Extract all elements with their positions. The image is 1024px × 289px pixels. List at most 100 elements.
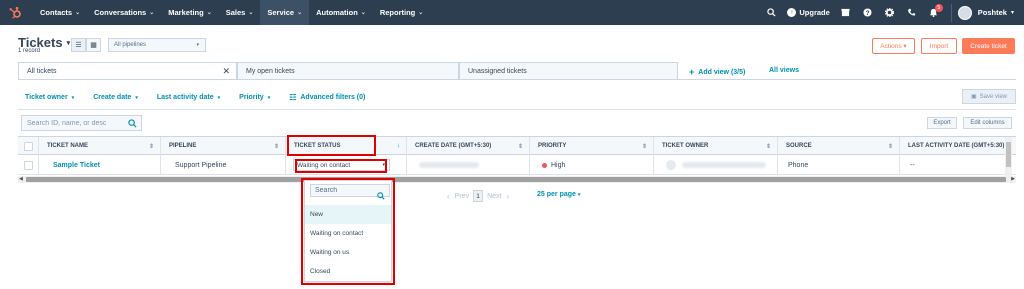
cell-ticket-name: Sample Ticket bbox=[39, 155, 161, 175]
nav-automation[interactable]: Automation ⌄ bbox=[309, 0, 373, 25]
horizontal-scrollbar[interactable]: ◀ ▶ bbox=[18, 176, 1016, 183]
caret-down-icon: ▾ bbox=[135, 94, 138, 101]
next-page-button[interactable]: Next › bbox=[487, 192, 509, 201]
column-header-ticket-owner[interactable]: TICKET OWNER ⇕ bbox=[654, 137, 778, 155]
dropdown-search-input[interactable] bbox=[311, 187, 371, 194]
scroll-left-icon[interactable]: ◀ bbox=[19, 176, 23, 182]
hubspot-logo-icon[interactable] bbox=[7, 5, 23, 21]
all-views-link[interactable]: All views bbox=[769, 67, 799, 74]
status-option-waiting-on-us[interactable]: Waiting on us bbox=[305, 243, 391, 262]
search-icon[interactable] bbox=[377, 187, 385, 205]
sort-descending-icon[interactable]: ↓ bbox=[397, 143, 400, 149]
board-view-icon[interactable]: ▦ bbox=[86, 38, 101, 52]
actions-button[interactable]: Actions ▾ bbox=[872, 38, 915, 54]
nav-service[interactable]: Service ⌄ bbox=[260, 0, 310, 25]
status-option-new[interactable]: New bbox=[305, 205, 391, 224]
cell-ticket-status: Waiting on contact ▾ bbox=[286, 155, 407, 175]
row-select-cell bbox=[18, 155, 39, 175]
pipeline-select[interactable]: All pipelines ▾ bbox=[108, 38, 206, 52]
nav-marketing[interactable]: Marketing ⌄ bbox=[161, 0, 218, 25]
nav-conversations[interactable]: Conversations ⌄ bbox=[87, 0, 161, 25]
chevron-down-icon[interactable]: ▾ bbox=[1011, 9, 1014, 16]
chevron-down-icon: ⌄ bbox=[297, 10, 303, 16]
chevron-down-icon: ⌄ bbox=[149, 10, 155, 16]
status-option-waiting-on-contact[interactable]: Waiting on contact bbox=[305, 224, 391, 243]
nav-contacts[interactable]: Contacts ⌄ bbox=[33, 0, 87, 25]
tab-unassigned-tickets[interactable]: Unassigned tickets bbox=[459, 62, 678, 80]
filter-last-activity-date[interactable]: Last activity date ▾ bbox=[157, 94, 220, 101]
caret-down-icon: ▾ bbox=[217, 94, 221, 101]
avatar[interactable] bbox=[957, 5, 972, 20]
cell-last-activity: -- bbox=[900, 155, 1016, 175]
nav-right-group: ↑ Upgrade ? 5 Poshtek ▾ bbox=[760, 0, 1024, 25]
create-ticket-button[interactable]: Create ticket bbox=[962, 38, 1015, 54]
caret-down-icon: ▾ bbox=[196, 42, 199, 48]
nav-sales[interactable]: Sales ⌄ bbox=[219, 0, 261, 25]
tab-my-open-tickets[interactable]: My open tickets bbox=[237, 62, 459, 80]
filter-create-date[interactable]: Create date ▾ bbox=[93, 94, 138, 101]
vertical-scrollbar[interactable] bbox=[1005, 137, 1012, 176]
help-icon[interactable]: ? bbox=[857, 0, 879, 25]
marketplace-icon[interactable] bbox=[835, 0, 857, 25]
scrollbar-thumb[interactable] bbox=[26, 177, 1006, 182]
table-header: TICKET NAME ⇕ PIPELINE ⇕ TICKET STATUS ↓ CR… bbox=[18, 136, 1016, 155]
import-button[interactable]: Import bbox=[921, 38, 957, 54]
list-view-icon[interactable]: ☰ bbox=[71, 38, 86, 52]
ticket-name-link[interactable]: Sample Ticket bbox=[53, 162, 100, 169]
filter-priority[interactable]: Priority ▾ bbox=[239, 94, 270, 101]
add-view-button[interactable]: + Add view (3/5) bbox=[689, 67, 745, 77]
save-view-button[interactable]: ▣ Save view bbox=[962, 89, 1016, 104]
caret-down-icon: ▾ bbox=[66, 39, 71, 47]
sort-icon[interactable]: ⇕ bbox=[149, 143, 154, 150]
upgrade-icon: ↑ bbox=[787, 8, 797, 17]
scroll-right-icon[interactable]: ▶ bbox=[1011, 176, 1015, 182]
column-header-create-date[interactable]: CREATE DATE (GMT+5:30) ⇕ bbox=[407, 137, 530, 155]
scrollbar-thumb[interactable] bbox=[1006, 142, 1011, 167]
settings-icon[interactable] bbox=[879, 0, 901, 25]
search-icon[interactable] bbox=[126, 118, 138, 129]
sort-icon[interactable]: ⇕ bbox=[642, 143, 647, 150]
ticket-status-value: Waiting on contact bbox=[297, 161, 351, 169]
search-input[interactable] bbox=[22, 116, 122, 130]
column-header-priority[interactable]: PRIORITY ⇕ bbox=[530, 137, 654, 155]
calling-icon[interactable] bbox=[901, 0, 923, 25]
save-icon: ▣ bbox=[970, 94, 977, 100]
current-page[interactable]: 1 bbox=[473, 190, 484, 202]
close-icon[interactable]: ✕ bbox=[222, 66, 230, 77]
notifications-icon[interactable]: 5 bbox=[923, 0, 945, 25]
advanced-filters-button[interactable]: ☷ Advanced filters (0) bbox=[289, 93, 365, 102]
chevron-right-icon: › bbox=[506, 191, 510, 201]
sort-icon[interactable]: ⇕ bbox=[888, 143, 893, 150]
column-header-pipeline[interactable]: PIPELINE ⇕ bbox=[161, 137, 286, 155]
sort-icon[interactable]: ⇕ bbox=[274, 143, 279, 150]
svg-text:?: ? bbox=[866, 10, 870, 17]
export-button[interactable]: Export bbox=[927, 117, 957, 129]
cell-source: Phone bbox=[778, 155, 900, 175]
dropdown-search bbox=[310, 184, 390, 200]
upgrade-button[interactable]: ↑ Upgrade bbox=[787, 8, 830, 17]
row-checkbox[interactable] bbox=[24, 160, 33, 170]
top-navigation: Contacts ⌄ Conversations ⌄ Marketing ⌄ Sale… bbox=[0, 0, 1024, 25]
per-page-select[interactable]: 25 per page ▾ bbox=[537, 191, 580, 198]
prev-page-button[interactable]: ‹ Prev bbox=[447, 192, 469, 201]
nav-reporting[interactable]: Reporting ⌄ bbox=[373, 0, 430, 25]
tab-all-tickets[interactable]: All tickets ✕ bbox=[18, 62, 237, 80]
tab-label: All tickets bbox=[27, 67, 57, 75]
column-header-source[interactable]: SOURCE ⇕ bbox=[778, 137, 900, 155]
ticket-status-select[interactable]: Waiting on contact ▾ bbox=[293, 159, 390, 171]
chevron-left-icon: ‹ bbox=[447, 191, 450, 201]
account-name[interactable]: Poshtek bbox=[978, 8, 1007, 17]
column-header-ticket-status[interactable]: TICKET STATUS ↓ bbox=[286, 137, 407, 155]
sort-icon[interactable]: ⇕ bbox=[518, 143, 523, 150]
filter-ticket-owner[interactable]: Ticket owner ▾ bbox=[25, 94, 74, 101]
sort-icon[interactable]: ⇕ bbox=[766, 143, 771, 150]
search-icon[interactable] bbox=[760, 0, 782, 25]
column-header-last-activity-date[interactable]: LAST ACTIVITY DATE (GMT+5:30) bbox=[900, 137, 1016, 155]
caret-down-icon: ▾ bbox=[71, 94, 75, 101]
select-all-checkbox[interactable] bbox=[24, 141, 33, 151]
status-option-closed[interactable]: Closed bbox=[305, 262, 391, 281]
edit-columns-button[interactable]: Edit columns bbox=[963, 117, 1012, 129]
caret-down-icon: ▾ bbox=[267, 94, 271, 101]
column-header-ticket-name[interactable]: TICKET NAME ⇕ bbox=[39, 137, 161, 155]
record-count: 1 record bbox=[18, 48, 41, 54]
